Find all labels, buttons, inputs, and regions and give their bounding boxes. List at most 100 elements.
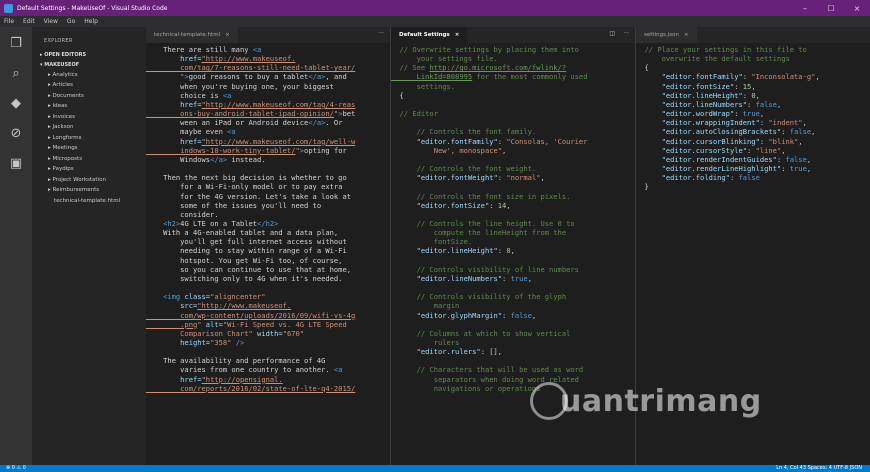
close-tab-icon[interactable]: × <box>684 32 689 38</box>
code-line: // Columns at which to show vertical <box>391 329 635 338</box>
code-editor-right[interactable]: // Place your settings in this file to o… <box>636 43 870 192</box>
code-token: false <box>738 173 760 183</box>
code-line: "editor.cursorBlinking": "blink", <box>636 137 870 146</box>
close-tab-icon[interactable]: × <box>455 32 460 38</box>
split-editor-icon[interactable]: ◫ <box>609 30 615 37</box>
folder-ideas[interactable]: ▸ Ideas <box>32 102 146 113</box>
code-token: false <box>789 127 812 137</box>
tab-technical-template[interactable]: technical-template.html × <box>146 27 238 43</box>
code-line: your settings file. <box>391 54 635 63</box>
code-line: src="http://www.makeuseof. <box>146 301 390 310</box>
code-line: "editor.renderLineHighlight": true, <box>636 164 870 173</box>
folder-reimbursements[interactable]: ▸ Reimbursements <box>32 186 146 197</box>
more-actions-icon[interactable]: ··· <box>623 30 629 37</box>
problems-indicator[interactable]: ⊗ 0 ⚠ 0 <box>6 465 26 471</box>
status-info[interactable]: Ln 4, Col 43 Spaces: 4 UTF-8 JSON <box>776 465 862 471</box>
code-token: // Editor <box>391 109 438 119</box>
code-token: fontSize. <box>391 237 473 247</box>
code-line: .png" alt="Wi-Fi Speed vs. 4G LTE Speed <box>146 320 390 329</box>
code-token: { <box>636 63 649 73</box>
close-tab-icon[interactable]: × <box>225 32 230 38</box>
code-token: "editor.renderLineHighlight" <box>636 164 782 174</box>
code-line: href="http://www.makeuseof.com/tag/4-rea… <box>146 100 390 109</box>
open-editors-section[interactable]: ▸ OPEN EDITORS <box>32 50 146 60</box>
folder-meetings[interactable]: ▸ Meetings <box>32 144 146 155</box>
menu-file[interactable]: File <box>4 18 14 25</box>
code-token: : <box>781 164 790 174</box>
minimize-button[interactable]: – <box>792 4 818 13</box>
folder-documents[interactable]: ▸ Documents <box>32 91 146 102</box>
tab-bar-left: technical-template.html × ··· <box>146 27 390 43</box>
code-token: so you can continue to use that at home, <box>146 264 351 274</box>
code-line: "editor.wrappingIndent": "indent", <box>636 118 870 127</box>
code-token: "http://opensignal. <box>201 374 283 384</box>
folder-microposts[interactable]: ▸ Microposts <box>32 154 146 165</box>
folder-articles[interactable]: ▸ Articles <box>32 81 146 92</box>
code-token: false <box>510 310 532 320</box>
code-token: "editor.folding" <box>636 173 730 183</box>
git-icon[interactable]: ◆ <box>9 97 23 111</box>
folder-analytics[interactable]: ▸ Analytics <box>32 70 146 81</box>
tab-default-settings[interactable]: Default Settings × <box>391 27 468 43</box>
search-icon[interactable]: ⌕ <box>9 67 23 81</box>
code-token: for a Wi-Fi-only model or to pay extra <box>146 182 343 192</box>
code-token: good reasons to buy a tablet <box>188 72 309 82</box>
code-line: // Controls visibility of the glyph <box>391 292 635 301</box>
code-line: choice is <a <box>146 91 390 100</box>
folder-invoices[interactable]: ▸ Invoices <box>32 112 146 123</box>
folder-project-workstation[interactable]: ▸ Project Workstation <box>32 175 146 186</box>
files-icon[interactable]: ❐ <box>9 37 23 51</box>
code-token: <a <box>333 365 343 375</box>
code-line: fontSize. <box>391 237 635 246</box>
more-actions-icon[interactable]: ··· <box>378 30 384 37</box>
code-line: // Controls the font family. <box>391 127 635 136</box>
code-token: true <box>742 109 760 119</box>
code-token: "editor.renderIndentGuides" <box>636 154 777 164</box>
watermark-text: uantrimang <box>560 384 762 419</box>
folder-paydips[interactable]: ▸ Paydips <box>32 165 146 176</box>
code-editor-left[interactable]: There are still many <a href="http://www… <box>146 43 390 393</box>
code-token: // Columns at which to show vertical <box>391 328 571 338</box>
code-token: : <box>781 127 790 137</box>
code-line: // Characters that will be used as word <box>391 365 635 374</box>
code-token: <a <box>252 45 262 54</box>
code-line: // Overwrite settings by placing them in… <box>391 45 635 54</box>
folder-longforms[interactable]: ▸ Longforms <box>32 133 146 144</box>
tab-settings-json[interactable]: settings.json × <box>636 27 697 43</box>
code-line: com/tag/7-reasons-still-need-tablet-year… <box>146 63 390 72</box>
code-token: consider. <box>146 209 219 219</box>
code-token: , <box>510 246 515 256</box>
project-folder[interactable]: ▾ MAKEUSEOF <box>32 60 146 70</box>
code-token: " <box>146 72 185 82</box>
tab-label: Default Settings <box>399 32 450 38</box>
code-token: for the 4G version. Let's take a look at <box>146 191 351 201</box>
vscode-logo-icon <box>4 3 13 13</box>
code-token: settings. <box>391 81 456 91</box>
code-token: http://go.microsoft.com/fwlink/? <box>429 63 567 73</box>
maximize-button[interactable]: ☐ <box>818 4 844 13</box>
menu-view[interactable]: View <box>44 18 58 25</box>
close-button[interactable]: × <box>844 4 870 13</box>
code-token: you'll get full internet access without <box>146 237 347 247</box>
explorer-sidebar: EXPLORER ▸ OPEN EDITORS ▾ MAKEUSEOF ▸ An… <box>32 27 146 465</box>
code-token: "358" <box>210 338 232 347</box>
code-line: Comparison Chart" width="670" <box>146 329 390 338</box>
debug-icon[interactable]: ⊘ <box>9 127 23 141</box>
code-line: Then the next big decision is whether to… <box>146 173 390 182</box>
code-editor-middle[interactable]: // Overwrite settings by placing them in… <box>391 43 635 393</box>
code-token: "editor.fontFamily" <box>636 72 743 82</box>
folder-jackson[interactable]: ▸ Jackson <box>32 123 146 134</box>
code-token: Then the next big decision is whether to… <box>146 173 347 183</box>
file-technical-template[interactable]: technical-template.html <box>32 196 146 207</box>
menu-edit[interactable]: Edit <box>23 18 35 25</box>
code-line: "editor.fontWeight": "normal", <box>391 173 635 182</box>
code-token: "editor.fontSize" <box>391 200 490 210</box>
code-token: : <box>502 310 511 320</box>
code-token: "editor.fontFamily" <box>391 136 498 146</box>
menu-go[interactable]: Go <box>67 18 75 25</box>
extensions-icon[interactable]: ▣ <box>9 157 23 171</box>
menu-help[interactable]: Help <box>84 18 98 25</box>
code-token: // Overwrite settings by placing them in… <box>391 45 579 54</box>
